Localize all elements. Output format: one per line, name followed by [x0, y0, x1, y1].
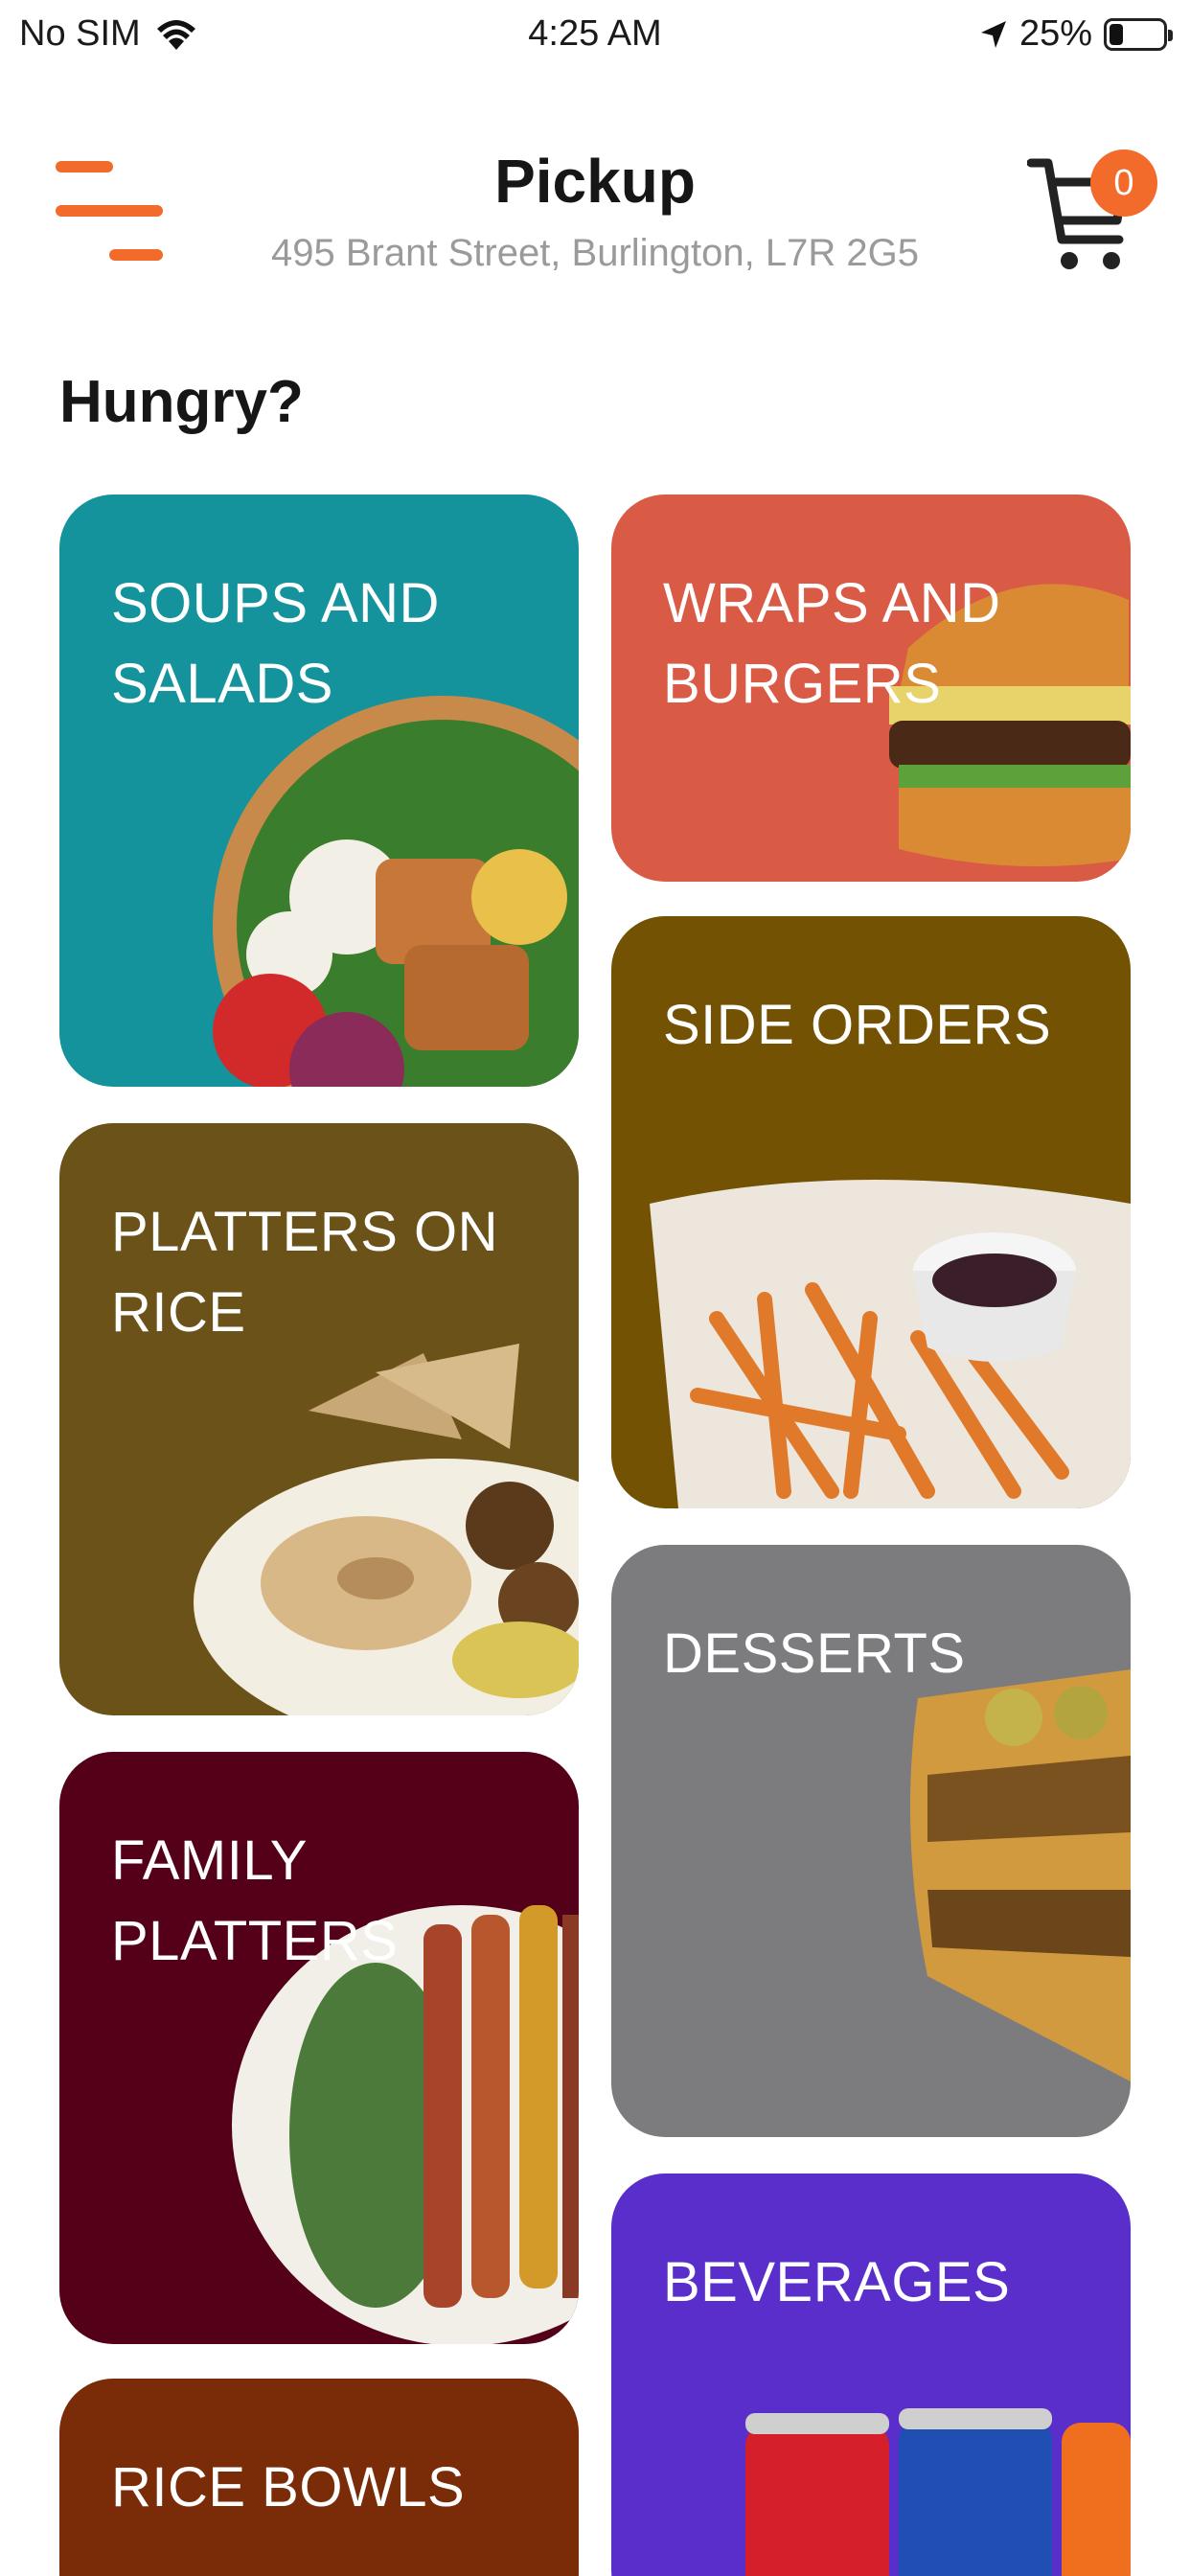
- pickup-address[interactable]: 495 Brant Street, Burlington, L7R 2G5: [0, 232, 1190, 275]
- category-card-beverages[interactable]: BEVERAGES: [611, 2174, 1131, 2576]
- category-card-platters-on-rice[interactable]: PLATTERS ON RICE: [59, 1123, 579, 1715]
- category-label: BEVERAGES: [663, 2251, 1011, 2313]
- battery-level: [1110, 23, 1123, 45]
- status-right: 25%: [979, 13, 1173, 55]
- category-label: FAMILY PLATTERS: [111, 1829, 399, 1972]
- beverages-image: [745, 2408, 1131, 2576]
- battery-percent: 25%: [1018, 13, 1092, 54]
- category-label: WRAPS AND BURGERS: [663, 572, 1001, 715]
- category-card-desserts[interactable]: DESSERTS: [611, 1545, 1131, 2137]
- status-bar: No SIM 4:25 AM 25%: [0, 0, 1190, 77]
- section-title: Hungry?: [59, 369, 304, 435]
- category-label: DESSERTS: [663, 1622, 966, 1685]
- page-title: Pickup: [494, 147, 696, 216]
- location-arrow-icon: [980, 20, 1006, 48]
- category-card-wraps-and-burgers[interactable]: WRAPS AND BURGERS: [611, 494, 1131, 882]
- category-card-soups-and-salads[interactable]: SOUPS AND SALADS: [59, 494, 579, 1087]
- cart-button[interactable]: 0: [1027, 144, 1161, 278]
- battery-icon: [1104, 17, 1173, 51]
- category-label: SIDE ORDERS: [663, 994, 1052, 1056]
- cart-count-badge: 0: [1090, 150, 1157, 217]
- category-label: RICE BOWLS: [111, 2456, 466, 2518]
- category-label: SOUPS AND SALADS: [111, 572, 440, 715]
- category-card-side-orders[interactable]: SIDE ORDERS: [611, 916, 1131, 1508]
- category-card-rice-bowls[interactable]: RICE BOWLS: [59, 2379, 579, 2576]
- category-card-family-platters[interactable]: FAMILY PLATTERS: [59, 1752, 579, 2344]
- category-label: PLATTERS ON RICE: [111, 1201, 499, 1344]
